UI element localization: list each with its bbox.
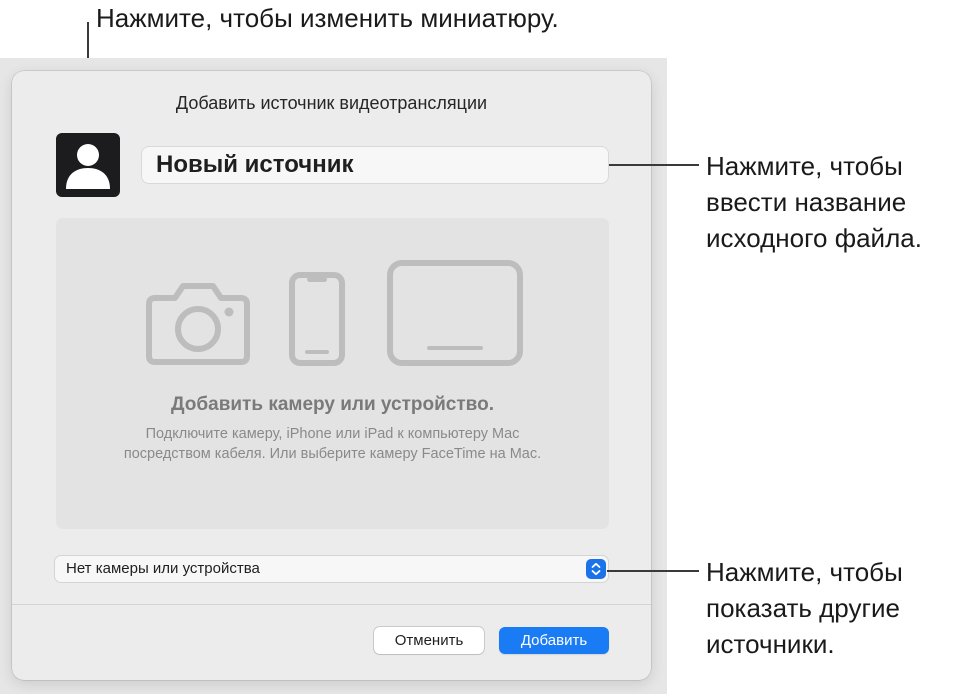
- camera-icon: [146, 283, 250, 365]
- callout-sources-line: Нажмите, чтобы: [706, 557, 903, 587]
- device-preview-area: Добавить камеру или устройство. Подключи…: [56, 218, 609, 529]
- callout-sources-line: источники.: [706, 629, 835, 659]
- callout-thumbnail-text: Нажмите, чтобы изменить миниатюру.: [96, 3, 559, 33]
- cancel-button[interactable]: Отменить: [374, 627, 484, 654]
- callout-thumbnail: Нажмите, чтобы изменить миниатюру.: [96, 0, 559, 36]
- callout-name: Нажмите, чтобы ввести название исходного…: [706, 148, 922, 256]
- callout-name-leader: [609, 164, 699, 166]
- person-icon: [66, 144, 110, 189]
- source-name-field[interactable]: Новый источник: [142, 147, 608, 183]
- callout-name-line: Нажмите, чтобы: [706, 151, 903, 181]
- source-select-value: Нет камеры или устройства: [66, 560, 260, 577]
- screenshot-stage: Нажмите, чтобы изменить миниатюру. Добав…: [0, 0, 955, 694]
- chevron-up-down-icon[interactable]: [586, 559, 606, 579]
- dialog-title: Добавить источник видеотрансляции: [175, 93, 488, 113]
- preview-heading: Добавить камеру или устройство.: [171, 394, 494, 415]
- callout-sources-leader: [607, 570, 699, 572]
- callout-name-line: исходного файла.: [706, 223, 922, 253]
- preview-description-line: Подключите камеру, iPhone или iPad к ком…: [145, 426, 520, 442]
- footer-divider: [12, 604, 651, 605]
- preview-description-line: посредством кабеля. Или выберите камеру …: [123, 446, 542, 462]
- preview-description: Подключите камеру, iPhone или iPad к ком…: [56, 424, 609, 464]
- source-select[interactable]: Нет камеры или устройства: [55, 556, 608, 582]
- thumbnail-button[interactable]: [56, 133, 120, 197]
- callout-sources: Нажмите, чтобы показать другие источники…: [706, 554, 903, 662]
- add-button[interactable]: Добавить: [499, 627, 609, 654]
- iphone-icon: [289, 272, 345, 366]
- ipad-icon: [387, 260, 523, 366]
- callout-sources-line: показать другие: [706, 593, 900, 623]
- callout-name-line: ввести название: [706, 187, 907, 217]
- add-video-source-dialog: Добавить источник видеотрансляции Новый …: [12, 71, 651, 680]
